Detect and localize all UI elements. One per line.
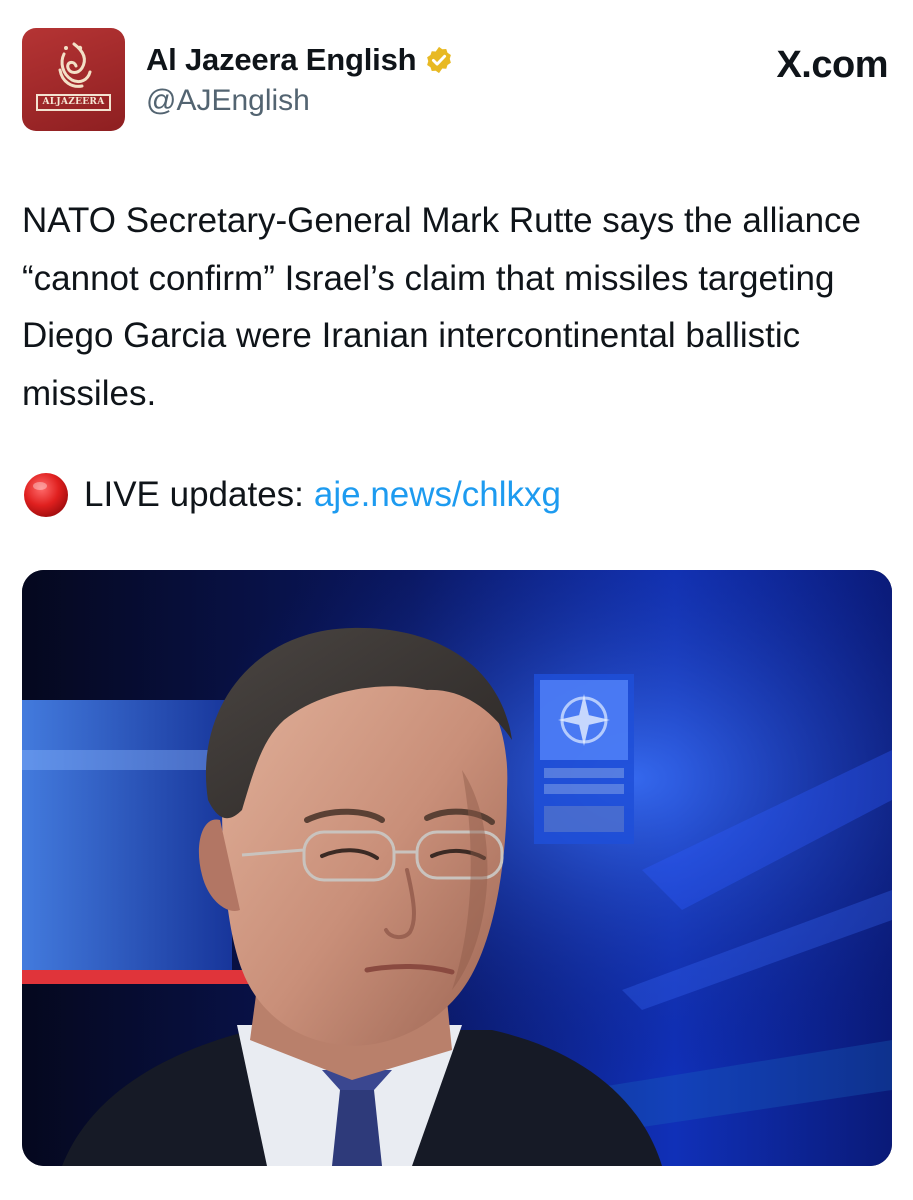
handle[interactable]: @AJEnglish (146, 84, 310, 118)
tweet-photo[interactable] (22, 570, 892, 1166)
avatar[interactable]: ALJAZEERA (22, 28, 125, 131)
live-updates-link[interactable]: aje.news/chlkxg (314, 466, 561, 523)
aljazeera-logo-icon (58, 42, 92, 88)
live-updates-row: LIVE updates: aje.news/chlkxg (22, 466, 561, 523)
avatar-logo-text: ALJAZEERA (36, 94, 111, 111)
display-name[interactable]: Al Jazeera English (146, 42, 417, 78)
red-circle-icon (24, 472, 68, 517)
live-label: LIVE updates: (84, 475, 304, 514)
tweet-header: ALJAZEERA Al Jazeera English @AJEnglish … (22, 28, 892, 134)
verified-badge-icon (427, 46, 452, 74)
name-row: Al Jazeera English (146, 42, 454, 78)
photo-illustration (22, 570, 892, 1166)
x-com-label: X.com (776, 44, 888, 86)
tweet-text: NATO Secretary-General Mark Rutte says t… (22, 201, 862, 413)
